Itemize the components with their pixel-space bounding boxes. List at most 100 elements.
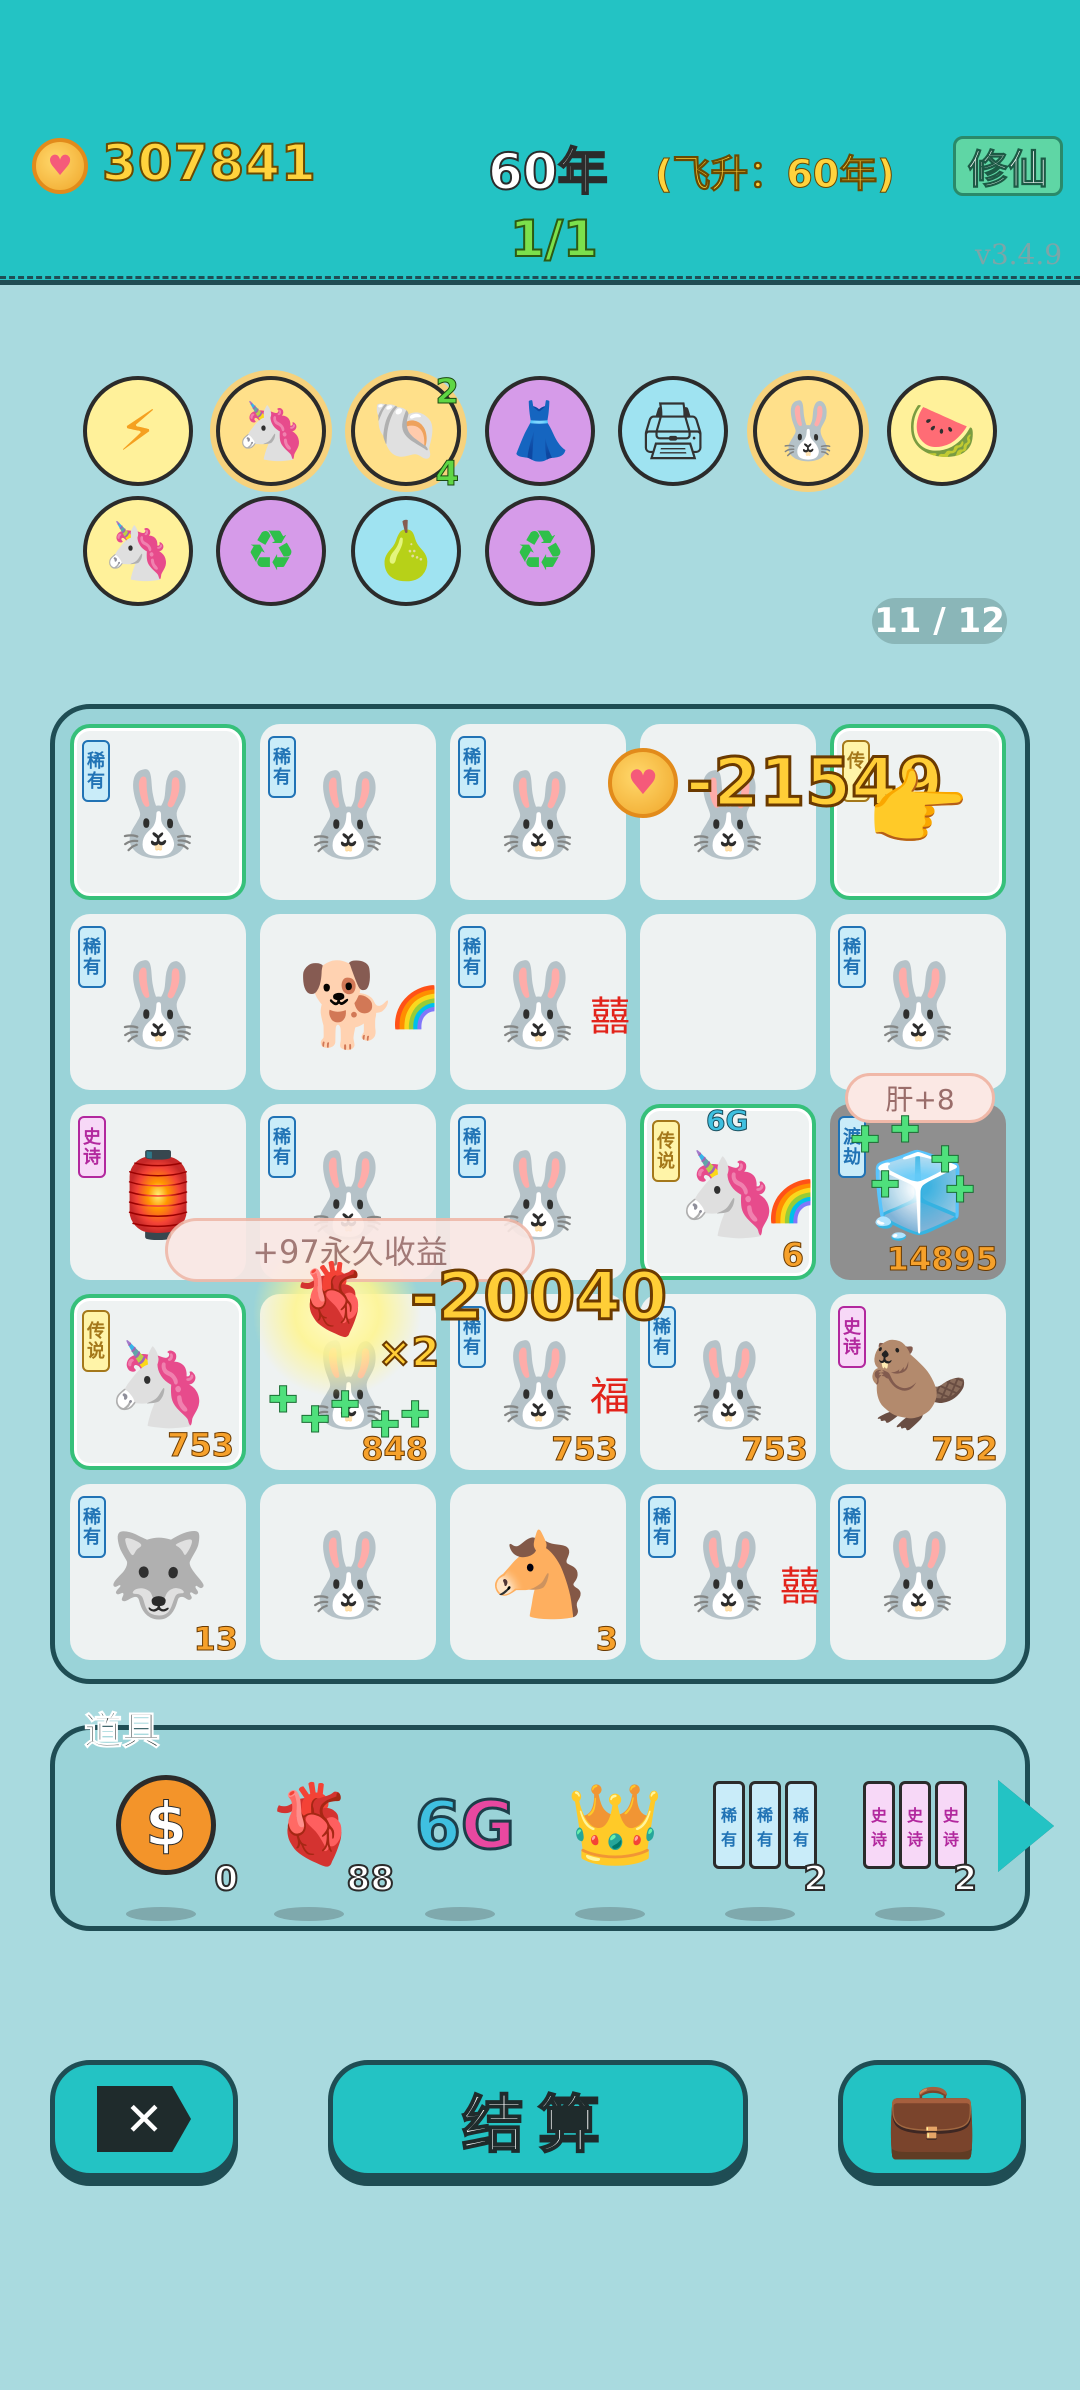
tile-count: 753 bbox=[551, 1430, 619, 1469]
board-tile[interactable] bbox=[640, 914, 816, 1090]
rarity-tag: 稀有 bbox=[458, 736, 486, 798]
board-tile[interactable]: 🐴 3 bbox=[450, 1484, 626, 1660]
tile-count: 3 bbox=[595, 1620, 618, 1659]
rabbit-icon[interactable]: 🐰 bbox=[753, 376, 863, 486]
board-tile[interactable]: 稀有 🐺 13 bbox=[70, 1484, 246, 1660]
rarity-tag: 稀有 bbox=[838, 1496, 866, 1558]
epic-cards-icon: 史诗 史诗 史诗 bbox=[863, 1781, 967, 1869]
liver-icon: 🫀 bbox=[265, 1779, 363, 1870]
liver-icon: 🫀 bbox=[290, 1258, 378, 1340]
tile-sprite-icon: 🐕 bbox=[296, 957, 400, 1053]
fruit-plate-icon[interactable]: 🍉 bbox=[887, 376, 997, 486]
board-tile[interactable]: 稀有 🐰 bbox=[830, 1484, 1006, 1660]
epic-triple-tool[interactable]: 史诗 史诗 史诗 2 bbox=[855, 1765, 978, 1921]
dollar-icon: $ bbox=[116, 1775, 216, 1875]
lightning-icon[interactable]: ⚡ bbox=[83, 376, 193, 486]
crown-tool[interactable]: 👑 bbox=[555, 1765, 675, 1921]
recycle-icon-2[interactable]: ♻ bbox=[485, 496, 595, 606]
tile-count: 753 bbox=[167, 1426, 235, 1465]
rare-triple-count: 2 bbox=[802, 1858, 828, 1900]
pointing-hand-icon: 👉 bbox=[865, 760, 970, 858]
rarity-tag: 稀有 bbox=[78, 926, 106, 988]
coin-icon: ♥ bbox=[608, 747, 678, 818]
settle-button[interactable]: 结算 bbox=[328, 2060, 748, 2178]
rarity-tag: 稀有 bbox=[648, 1496, 676, 1558]
ascend-year: (飞升：60年) bbox=[655, 152, 896, 197]
tile-decoration-icon: 囍 bbox=[780, 1564, 820, 1610]
rarity-tag: 史诗 bbox=[78, 1116, 106, 1178]
tile-sprite-icon: 🐰 bbox=[486, 957, 590, 1053]
board-tile[interactable]: 稀有 🐰 bbox=[70, 914, 246, 1090]
tile-count: 13 bbox=[193, 1620, 239, 1659]
board-tile[interactable]: 稀有 🐰 bbox=[70, 724, 246, 900]
shell-count-bottom: 4 bbox=[435, 454, 460, 495]
liver-tool-count: 88 bbox=[346, 1858, 395, 1900]
liver-tool[interactable]: 🫀 88 bbox=[254, 1765, 395, 1921]
bag-button[interactable]: 💼 bbox=[838, 2060, 1026, 2178]
crown-icon: 👑 bbox=[566, 1779, 664, 1870]
year-counter: 60年 bbox=[487, 142, 609, 202]
tile-sprite-icon: 🐰 bbox=[106, 957, 210, 1053]
tile-decoration-icon: 囍 bbox=[590, 994, 630, 1040]
tile-count: 6 bbox=[781, 1236, 804, 1275]
multiplier-label: ×2 bbox=[377, 1329, 440, 1377]
recycle-icon[interactable]: ♻ bbox=[216, 496, 326, 606]
tile-sprite-icon: 🦄 bbox=[676, 1147, 780, 1243]
tile-sprite-icon: 🐰 bbox=[676, 1527, 780, 1623]
coin-icon: ♥ bbox=[32, 138, 88, 194]
shell-icon[interactable]: 🐚 2 4 bbox=[351, 372, 461, 495]
plus-sparkle-icon: ✚ bbox=[267, 1380, 299, 1422]
xiuxian-button[interactable]: 修仙 bbox=[953, 136, 1063, 196]
header-divider bbox=[0, 276, 1080, 279]
board-tile[interactable]: 🐕 🌈 bbox=[260, 914, 440, 1090]
6g-tool[interactable]: 6G bbox=[405, 1765, 525, 1921]
unicorn-icon-2[interactable]: 🦄 bbox=[83, 496, 193, 606]
board-tile[interactable]: 史诗 🦫 752 bbox=[830, 1294, 1006, 1470]
board-tile[interactable]: 稀有 🐰 bbox=[830, 914, 1006, 1090]
board-tile[interactable]: 稀有 🐰 bbox=[450, 724, 626, 900]
tile-count: 14895 bbox=[886, 1240, 998, 1279]
board-tile[interactable]: 🐰 bbox=[260, 1484, 436, 1660]
plus-sparkle-icon: ✚ bbox=[399, 1395, 431, 1437]
plus-sparkle-icon: ✚ bbox=[944, 1170, 976, 1212]
tile-sprite-icon: 🐰 bbox=[866, 957, 970, 1053]
board-tile[interactable]: 稀有 🐰 囍 bbox=[450, 914, 630, 1090]
exit-button[interactable]: ✕ bbox=[50, 2060, 238, 2178]
plus-sparkle-icon: ✚ bbox=[299, 1400, 331, 1442]
skirt-icon[interactable]: 👗 bbox=[485, 376, 595, 486]
rarity-tag: 传说 bbox=[82, 1310, 110, 1372]
rarity-tag: 稀有 bbox=[838, 926, 866, 988]
tools-next-arrow-icon[interactable] bbox=[998, 1780, 1054, 1872]
rarity-tag: 史诗 bbox=[838, 1306, 866, 1368]
tile-decoration-icon: 福 bbox=[590, 1374, 630, 1420]
shell-count-top: 2 bbox=[435, 372, 460, 413]
briefcase-icon: 💼 bbox=[885, 2075, 979, 2162]
tile-sprite-icon: 🐰 bbox=[676, 1337, 780, 1433]
printer-icon[interactable]: 🖨 bbox=[618, 376, 728, 486]
board-tile[interactable]: 稀有 🐰 bbox=[260, 724, 436, 900]
plus-sparkle-icon: ✚ bbox=[869, 1165, 901, 1207]
rare-triple-tool[interactable]: 稀有 稀有 稀有 2 bbox=[705, 1765, 828, 1921]
coin-tool[interactable]: $ 0 bbox=[106, 1765, 239, 1921]
pomelo-icon[interactable]: 🍐 bbox=[351, 496, 461, 606]
rarity-tag: 稀有 bbox=[268, 1116, 296, 1178]
rarity-tag: 稀有 bbox=[458, 1116, 486, 1178]
plus-sparkle-icon: ✚ bbox=[889, 1110, 921, 1152]
board-tile[interactable]: 稀有 🐰 囍 bbox=[640, 1484, 820, 1660]
tile-decoration-icon: 🌈 bbox=[390, 985, 440, 1031]
rarity-tag: 传说 bbox=[652, 1120, 680, 1182]
tile-sprite-icon: 🐰 bbox=[866, 1527, 970, 1623]
stage-progress: 1/1 bbox=[509, 209, 599, 269]
tile-sprite-icon: 🐰 bbox=[486, 767, 590, 863]
coin-balance: 307841 bbox=[101, 133, 317, 193]
rarity-tag: 稀有 bbox=[458, 926, 486, 988]
slot-counter: 11 / 12 bbox=[872, 598, 1007, 644]
unicorn-icon[interactable]: 🦄 bbox=[216, 376, 326, 486]
version-label: v3.4.9 bbox=[975, 238, 1063, 271]
rare-cards-icon: 稀有 稀有 稀有 bbox=[713, 1781, 817, 1869]
tile-sprite-icon: 🐰 bbox=[106, 767, 210, 863]
tile-decoration-icon: 🌈 bbox=[766, 1179, 816, 1225]
tools-title: 道具 bbox=[83, 1709, 161, 1754]
tile-sprite-icon: 🦄 bbox=[106, 1337, 210, 1433]
board-tile[interactable]: 传说 🦄 753 bbox=[70, 1294, 246, 1470]
